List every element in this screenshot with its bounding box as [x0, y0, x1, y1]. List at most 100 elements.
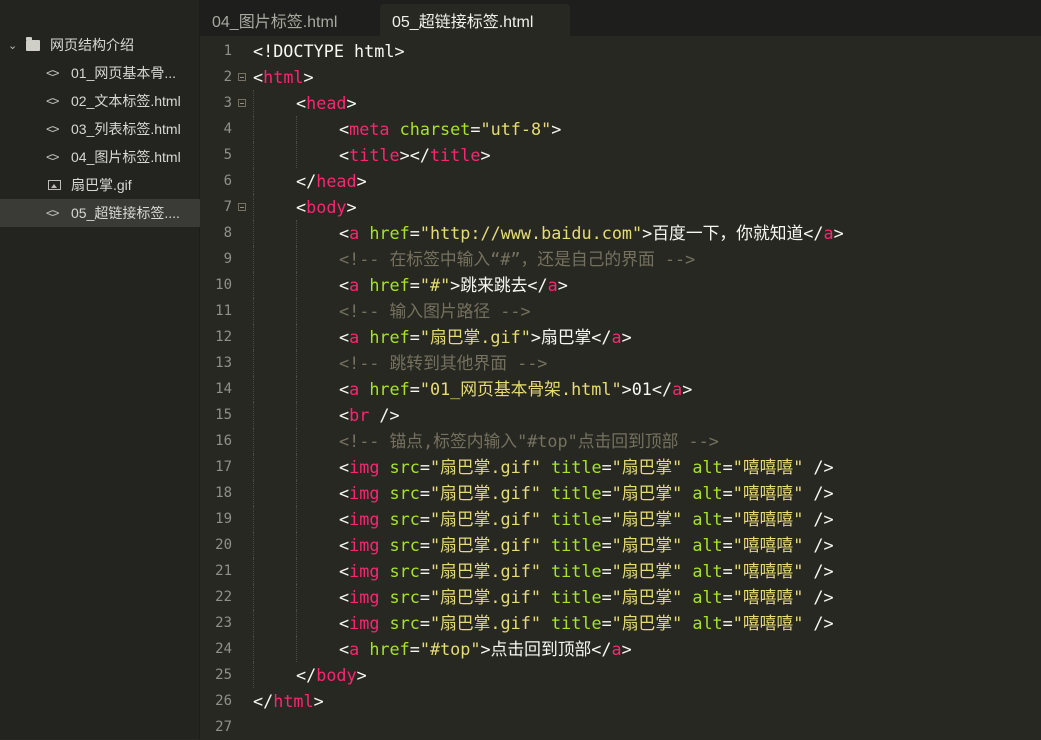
- folder-icon: [26, 36, 40, 51]
- indent-guide: [253, 272, 255, 298]
- sidebar-file-item[interactable]: <> 01_网页基本骨...: [0, 59, 200, 87]
- sidebar-file-item[interactable]: <> 03_列表标签.html: [0, 115, 200, 143]
- code-token: =: [601, 509, 612, 529]
- line-number: 3: [223, 95, 232, 111]
- sidebar-file-item[interactable]: <> 02_文本标签.html: [0, 87, 200, 115]
- code-text: <body>: [296, 194, 357, 220]
- code-token: </: [527, 275, 548, 295]
- line-number: 10: [215, 277, 232, 293]
- code-token: href: [369, 379, 410, 399]
- sidebar-file-item[interactable]: <> 04_图片标签.html: [0, 143, 200, 171]
- indent-guide: [296, 402, 298, 428]
- indent-guide: [253, 532, 255, 558]
- line-number: 21: [215, 563, 232, 579]
- code-token: </: [591, 639, 612, 659]
- indent-guide: [253, 402, 255, 428]
- code-token: a: [349, 275, 360, 295]
- code-token: src: [389, 561, 420, 581]
- code-line: 21 <img src="扇巴掌.gif" title="扇巴掌" alt="嘻嘻…: [200, 558, 1041, 584]
- code-token: =: [601, 613, 612, 633]
- code-line: 16 <!-- 锚点,标签内输入"#top"点击回到顶部 -->: [200, 428, 1041, 454]
- indent-guide: [296, 506, 298, 532]
- code-text: <!-- 锚点,标签内输入"#top"点击回到顶部 -->: [339, 428, 719, 454]
- indent-guide: [253, 142, 255, 168]
- code-line: 8 <a href="http://www.baidu.com">百度一下，你就知…: [200, 220, 1041, 246]
- indent-guide: [253, 194, 255, 220]
- sidebar-file-item[interactable]: 扇巴掌.gif: [0, 171, 200, 199]
- indent-guide: [296, 532, 298, 558]
- code-token: "扇巴掌.gif": [419, 327, 531, 347]
- code-token: title: [551, 613, 602, 633]
- folder-label: 网页结构介绍: [50, 37, 134, 53]
- code-token: >: [346, 93, 357, 113]
- code-token: =: [419, 587, 430, 607]
- code-token: 扇巴掌: [540, 327, 592, 347]
- code-text: <head>: [296, 90, 357, 116]
- code-token: <: [296, 197, 307, 217]
- code-token: />: [803, 561, 834, 581]
- code-text: </head>: [296, 168, 367, 194]
- code-token: title: [551, 509, 602, 529]
- code-token: <: [339, 327, 350, 347]
- code-token: a: [349, 639, 360, 659]
- code-file-icon: <>: [46, 122, 59, 136]
- indent-guide: [296, 298, 298, 324]
- tab-05-hyperlink-tags[interactable]: 05_超链接标签.html: [380, 4, 570, 36]
- code-text: <!-- 跳转到其他界面 -->: [339, 350, 547, 376]
- indent-guide: [296, 142, 298, 168]
- image-file-icon: [48, 180, 61, 190]
- code-editor[interactable]: 1 <!DOCTYPE html> 2 <html> 3 <head> 4 <meta cha…: [200, 36, 1041, 739]
- code-token: "扇巴掌.gif": [429, 483, 541, 503]
- fold-toggle-icon[interactable]: [238, 203, 246, 211]
- code-token: </: [803, 223, 824, 243]
- chevron-down-icon[interactable]: ⌄: [8, 39, 20, 52]
- line-number: 23: [215, 615, 232, 631]
- code-line: 4 <meta charset="utf-8">: [200, 116, 1041, 142]
- code-line: 27: [200, 714, 1041, 740]
- code-token: a: [611, 639, 622, 659]
- fold-toggle-icon[interactable]: [238, 99, 246, 107]
- code-token: "http://www.baidu.com": [419, 223, 643, 243]
- code-line: 15 <br />: [200, 402, 1041, 428]
- indent-guide: [253, 246, 255, 272]
- code-token: =: [601, 483, 612, 503]
- file-label: 扇巴掌.gif: [71, 177, 132, 193]
- code-token: >: [682, 379, 693, 399]
- code-token: >: [450, 275, 461, 295]
- code-token: >: [551, 119, 562, 139]
- code-token: >: [480, 639, 491, 659]
- code-token: a: [672, 379, 683, 399]
- fold-toggle-icon[interactable]: [238, 73, 246, 81]
- indent-guide: [296, 610, 298, 636]
- code-token: img: [349, 483, 380, 503]
- indent-guide: [296, 246, 298, 272]
- line-number: 5: [223, 147, 232, 163]
- code-token: =: [409, 275, 420, 295]
- folder-row[interactable]: ⌄ 网页结构介绍: [0, 32, 200, 58]
- code-line: 1 <!DOCTYPE html>: [200, 38, 1041, 64]
- line-number: 11: [215, 303, 232, 319]
- code-token: "扇巴掌.gif": [429, 587, 541, 607]
- code-token: img: [349, 587, 380, 607]
- sidebar-file-item[interactable]: <> 05_超链接标签....: [0, 199, 200, 227]
- code-line: 6 </head>: [200, 168, 1041, 194]
- code-token: <: [339, 535, 350, 555]
- code-token: <!-- 锚点,标签内输入"#top"点击回到顶部 -->: [339, 431, 719, 451]
- code-line: 17 <img src="扇巴掌.gif" title="扇巴掌" alt="嘻嘻…: [200, 454, 1041, 480]
- indent-guide: [296, 454, 298, 480]
- tab-04-image-tags[interactable]: 04_图片标签.html: [200, 4, 380, 36]
- line-number: 15: [215, 407, 232, 423]
- code-token: "扇巴掌": [611, 457, 683, 477]
- code-token: >: [621, 639, 632, 659]
- code-token: >: [346, 197, 357, 217]
- code-token: "扇巴掌.gif": [429, 535, 541, 555]
- code-token: charset: [399, 119, 471, 139]
- code-token: title: [551, 457, 602, 477]
- code-text: <img src="扇巴掌.gif" title="扇巴掌" alt="嘻嘻嘻"…: [339, 454, 834, 480]
